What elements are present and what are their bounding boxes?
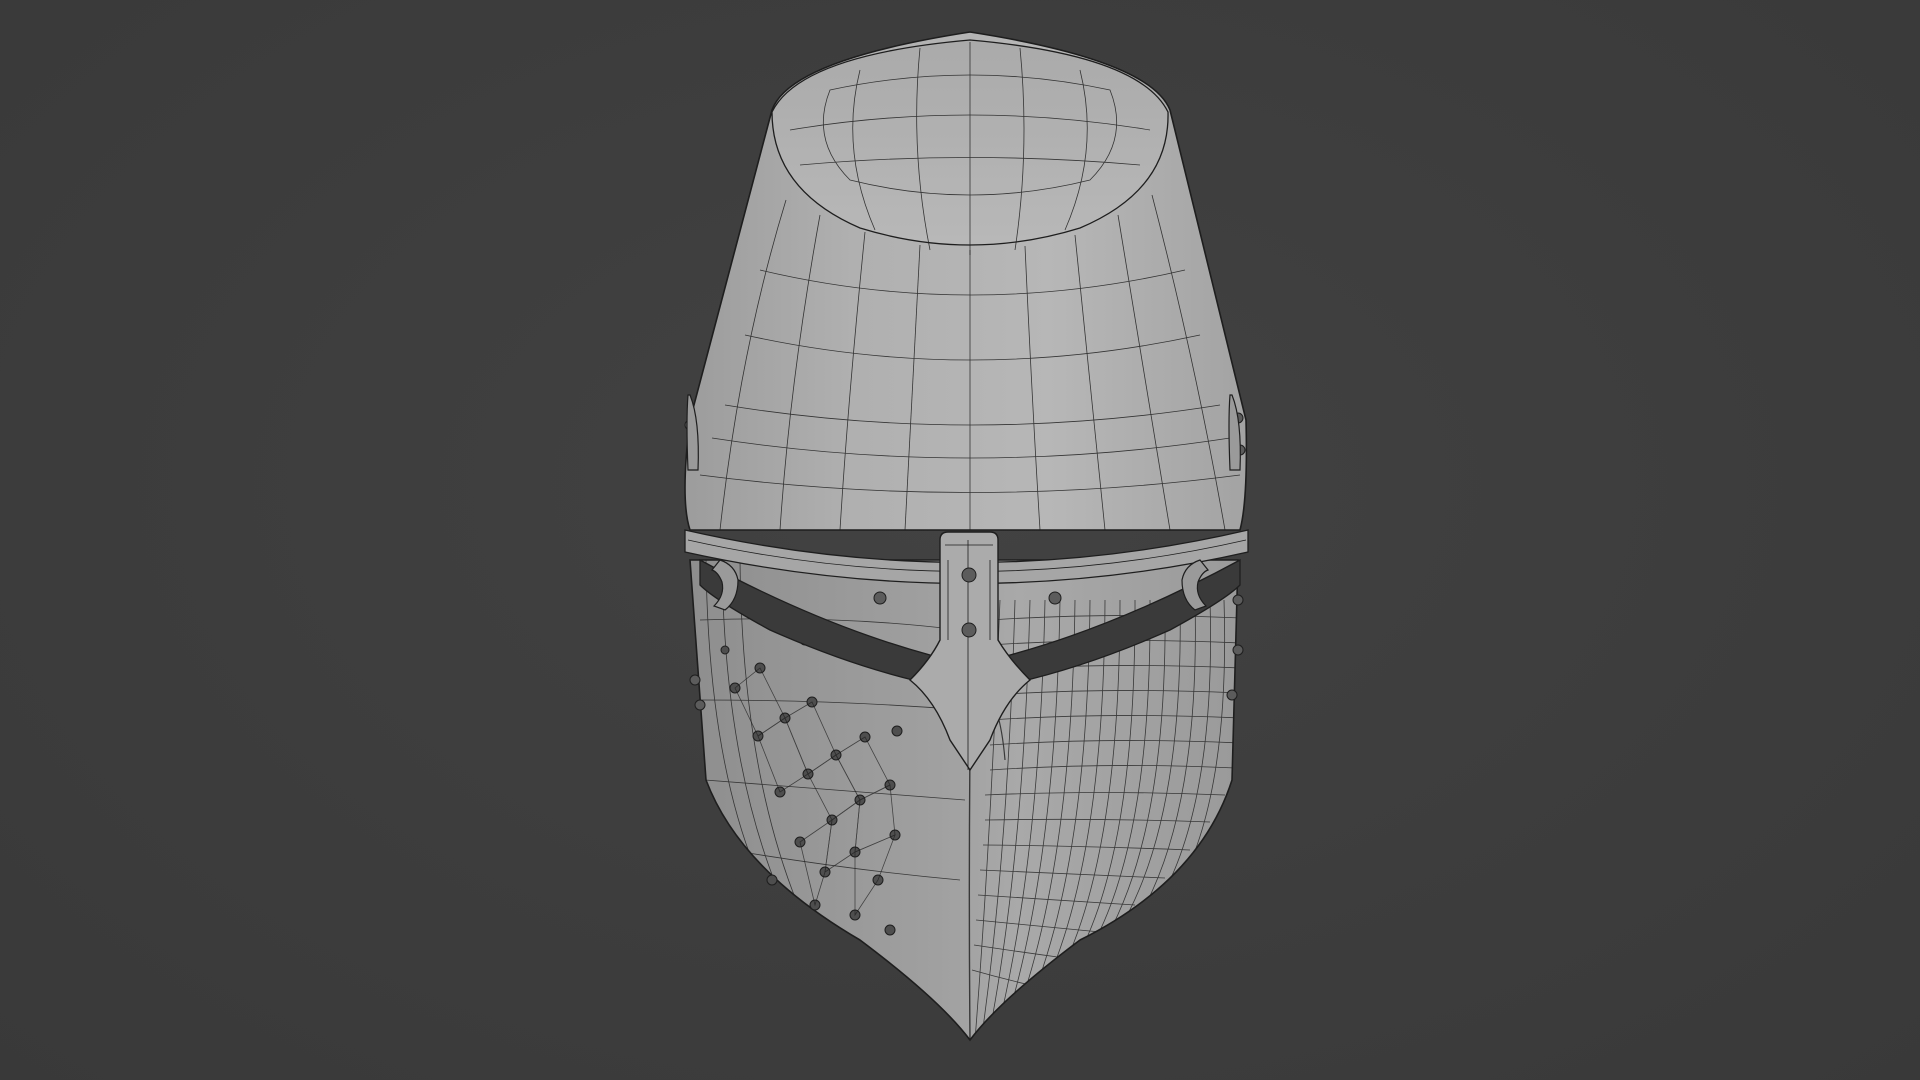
3d-viewport[interactable] <box>0 0 1920 1080</box>
helmet-model <box>684 31 1249 1042</box>
helmet-dome <box>684 31 1249 585</box>
